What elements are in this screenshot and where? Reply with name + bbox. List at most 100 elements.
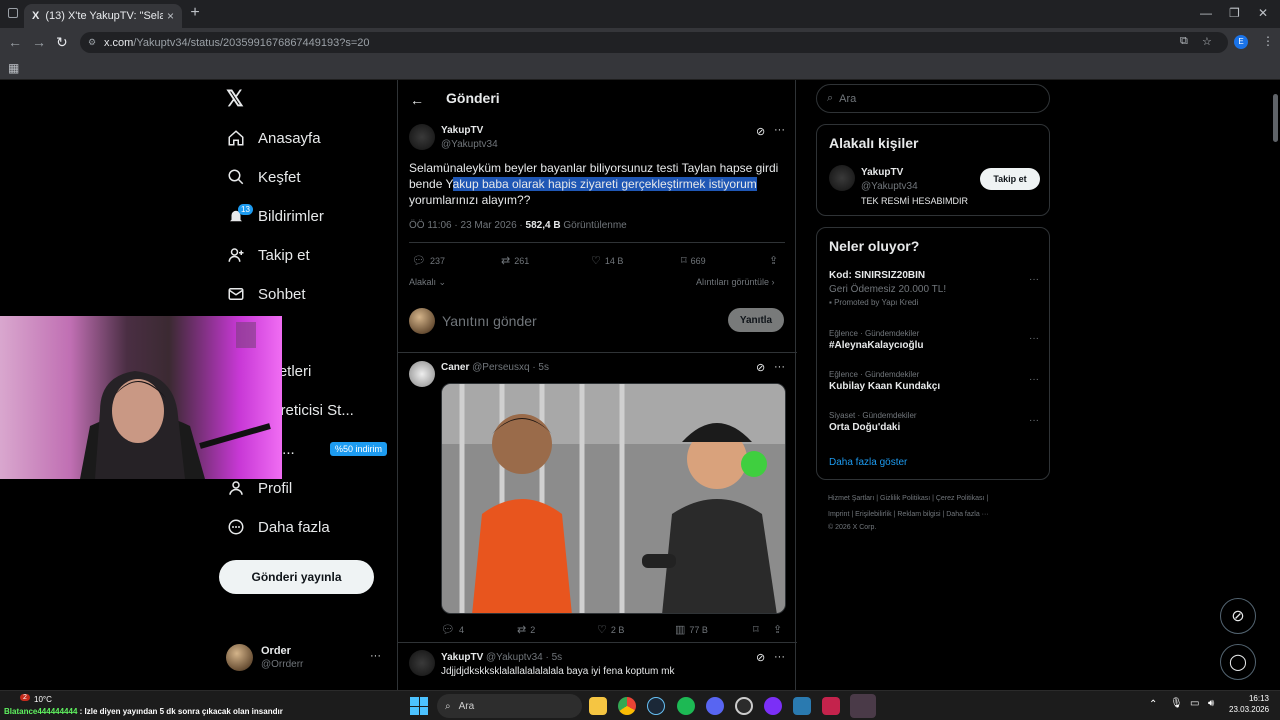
account-more-icon[interactable]: ··· [370, 650, 381, 662]
reply2-more-icon[interactable]: ··· [774, 651, 785, 663]
new-tab-icon[interactable]: + [188, 5, 202, 21]
page-scrollbar[interactable] [1271, 80, 1280, 690]
back-arrow-icon[interactable]: ← [410, 92, 424, 108]
messages-fab-button[interactable]: ◯ [1220, 644, 1256, 680]
reply-submit-button[interactable]: Yanıtla [728, 308, 784, 332]
system-clock[interactable]: 16:13 23.03.2026 [1229, 693, 1269, 715]
file-explorer-icon[interactable] [589, 697, 607, 715]
reply1-like[interactable]: ♡ 2 B [597, 623, 624, 636]
steam-icon[interactable] [647, 697, 665, 715]
taskbar-search[interactable]: ⌕ Ara [437, 694, 582, 718]
close-window-icon[interactable]: ✕ [1258, 6, 1268, 20]
add-user-icon [226, 245, 246, 265]
tray-chevron-icon[interactable]: ⌃ [1149, 699, 1157, 710]
reply-action[interactable]: 💬︎ 237 [412, 254, 445, 267]
back-icon[interactable]: ← [8, 34, 22, 50]
volume-icon[interactable]: 🔊︎ [1208, 698, 1214, 709]
reply2-grok-icon[interactable]: ⊘ [756, 651, 765, 664]
related-person-avatar[interactable] [829, 165, 855, 191]
reply-input[interactable]: Yanıtını gönder [442, 313, 537, 329]
tweet-author-handle[interactable]: @Yakuptv34 [441, 139, 498, 150]
tweet-more-icon[interactable]: ··· [774, 124, 785, 136]
address-bar[interactable]: ⚙ x.com /Yakuptv34/status/20359916768674… [80, 32, 1228, 53]
trend-more-icon[interactable]: ··· [1029, 415, 1039, 426]
nav-more[interactable]: Daha fazla [226, 512, 330, 542]
weather-widget[interactable]: 2 10°C [14, 694, 74, 706]
install-app-icon[interactable]: ⧉ [1180, 35, 1188, 48]
reply2-handle[interactable]: @Yakuptv34 · 5s [486, 652, 562, 663]
reload-icon[interactable]: ↻ [56, 34, 68, 51]
footer-line2[interactable]: Imprint | Erişilebilirlik | Reklam bilgi… [828, 507, 1048, 523]
scrollbar-thumb[interactable] [1273, 94, 1278, 142]
retweet-action[interactable]: ⇄ 261 [501, 254, 529, 267]
trend-item[interactable]: Kod: SINIRSIZ20BIN Geri Ödemesiz 20.000 … [829, 270, 1039, 307]
close-tab-icon[interactable]: × [167, 9, 174, 23]
reply1-avatar[interactable] [409, 361, 435, 387]
nav-chat[interactable]: Sohbet [226, 279, 306, 309]
reply1-handle[interactable]: @Perseusxq · 5s [472, 362, 549, 373]
obs-icon[interactable] [735, 697, 753, 715]
minimize-icon[interactable]: — [1200, 6, 1212, 20]
follow-button[interactable]: Takip et [980, 168, 1040, 190]
app-icon[interactable] [850, 694, 876, 718]
app-icon[interactable] [793, 697, 811, 715]
tab-list-icon[interactable] [8, 8, 18, 18]
tweet-author-avatar[interactable] [409, 124, 435, 150]
footer-line1[interactable]: Hizmet Şartları | Gizlilik Politikası | … [828, 491, 1048, 507]
spotify-icon[interactable] [677, 697, 695, 715]
trend-item[interactable]: Eğlence · Gündemdekiler #AleynaKalaycıoğ… [829, 329, 1039, 351]
grok-fab-button[interactable]: ⊘ [1220, 598, 1256, 634]
related-person-handle[interactable]: @Yakuptv34 [861, 181, 918, 192]
browser-tab[interactable]: X (13) X'te YakupTV: "Selamünaleyküm × [24, 4, 182, 28]
trend-item[interactable]: Siyaset · Gündemdekiler Orta Doğu'daki ·… [829, 411, 1039, 433]
bookmark-star-icon[interactable]: ☆ [1202, 35, 1212, 48]
related-person-bio: TEK RESMİ HESABIMDIR [861, 196, 969, 206]
reply1-share[interactable]: ⇪ [773, 623, 786, 636]
x-home-logo[interactable]: 𝕏 [226, 86, 244, 112]
grok-explain-icon[interactable]: ⊘ [756, 125, 765, 138]
profile-avatar[interactable]: E [1234, 35, 1248, 49]
network-icon[interactable]: ▭ [1190, 698, 1199, 709]
menu-icon[interactable]: ⋮ [1262, 34, 1274, 48]
account-switcher[interactable]: Order @Orrderr ··· [226, 642, 386, 678]
restore-icon[interactable]: ❐ [1229, 6, 1240, 20]
post-button[interactable]: Gönderi yayınla [219, 560, 374, 594]
tweet-author-name[interactable]: YakupTV [441, 125, 483, 136]
app-icon[interactable] [764, 697, 782, 715]
share-action[interactable]: ⇪ [769, 254, 782, 267]
reply1-image[interactable] [441, 383, 786, 614]
tweet-time[interactable]: ÖÖ 11:06 · 23 Mar 2026 · [409, 220, 526, 231]
reply1-bookmark[interactable]: ⌑ [753, 623, 763, 636]
trend-item[interactable]: Eğlence · Gündemdekiler Kubilay Kaan Kun… [829, 370, 1039, 392]
discord-icon[interactable] [706, 697, 724, 715]
apps-grid-icon[interactable]: ▦ [8, 61, 19, 75]
reply1-views[interactable]: ▥ 77 B [675, 623, 708, 636]
reply1-reply[interactable]: 💬︎ 4 [441, 623, 464, 636]
site-info-icon[interactable]: ⚙ [88, 37, 96, 48]
start-button[interactable] [410, 697, 428, 715]
bookmark-action[interactable]: ⌑ 669 [681, 254, 706, 267]
nav-notifications[interactable]: 13 Bildirimler [226, 201, 324, 231]
forward-icon[interactable]: → [32, 34, 46, 50]
related-sort[interactable]: Alakalı ⌄ [409, 277, 446, 288]
microphone-icon[interactable]: 🎙︎ [1170, 698, 1183, 709]
nav-home[interactable]: Anasayfa [226, 123, 321, 153]
app-icon[interactable] [822, 697, 840, 715]
related-person-name[interactable]: YakupTV [861, 167, 903, 178]
like-action[interactable]: ♡ 14 B [591, 254, 623, 267]
view-quotes-link[interactable]: Alıntıları görüntüle › [696, 277, 775, 287]
reply2-avatar[interactable] [409, 650, 435, 676]
search-input[interactable]: ⌕ Ara [816, 84, 1050, 113]
reply1-retweet[interactable]: ⇄ 2 [517, 623, 535, 636]
reply1-name[interactable]: Caner [441, 362, 469, 373]
show-more-link[interactable]: Daha fazla göster [829, 457, 907, 468]
reply1-grok-icon[interactable]: ⊘ [756, 361, 765, 374]
reply1-more-icon[interactable]: ··· [774, 361, 785, 373]
chrome-icon[interactable] [618, 697, 636, 715]
reply2-name[interactable]: YakupTV [441, 652, 483, 663]
nav-follow[interactable]: Takip et [226, 240, 310, 270]
trend-more-icon[interactable]: ··· [1029, 333, 1039, 344]
nav-explore[interactable]: Keşfet [226, 162, 301, 192]
trend-more-icon[interactable]: ··· [1029, 274, 1039, 285]
trend-more-icon[interactable]: ··· [1029, 374, 1039, 385]
